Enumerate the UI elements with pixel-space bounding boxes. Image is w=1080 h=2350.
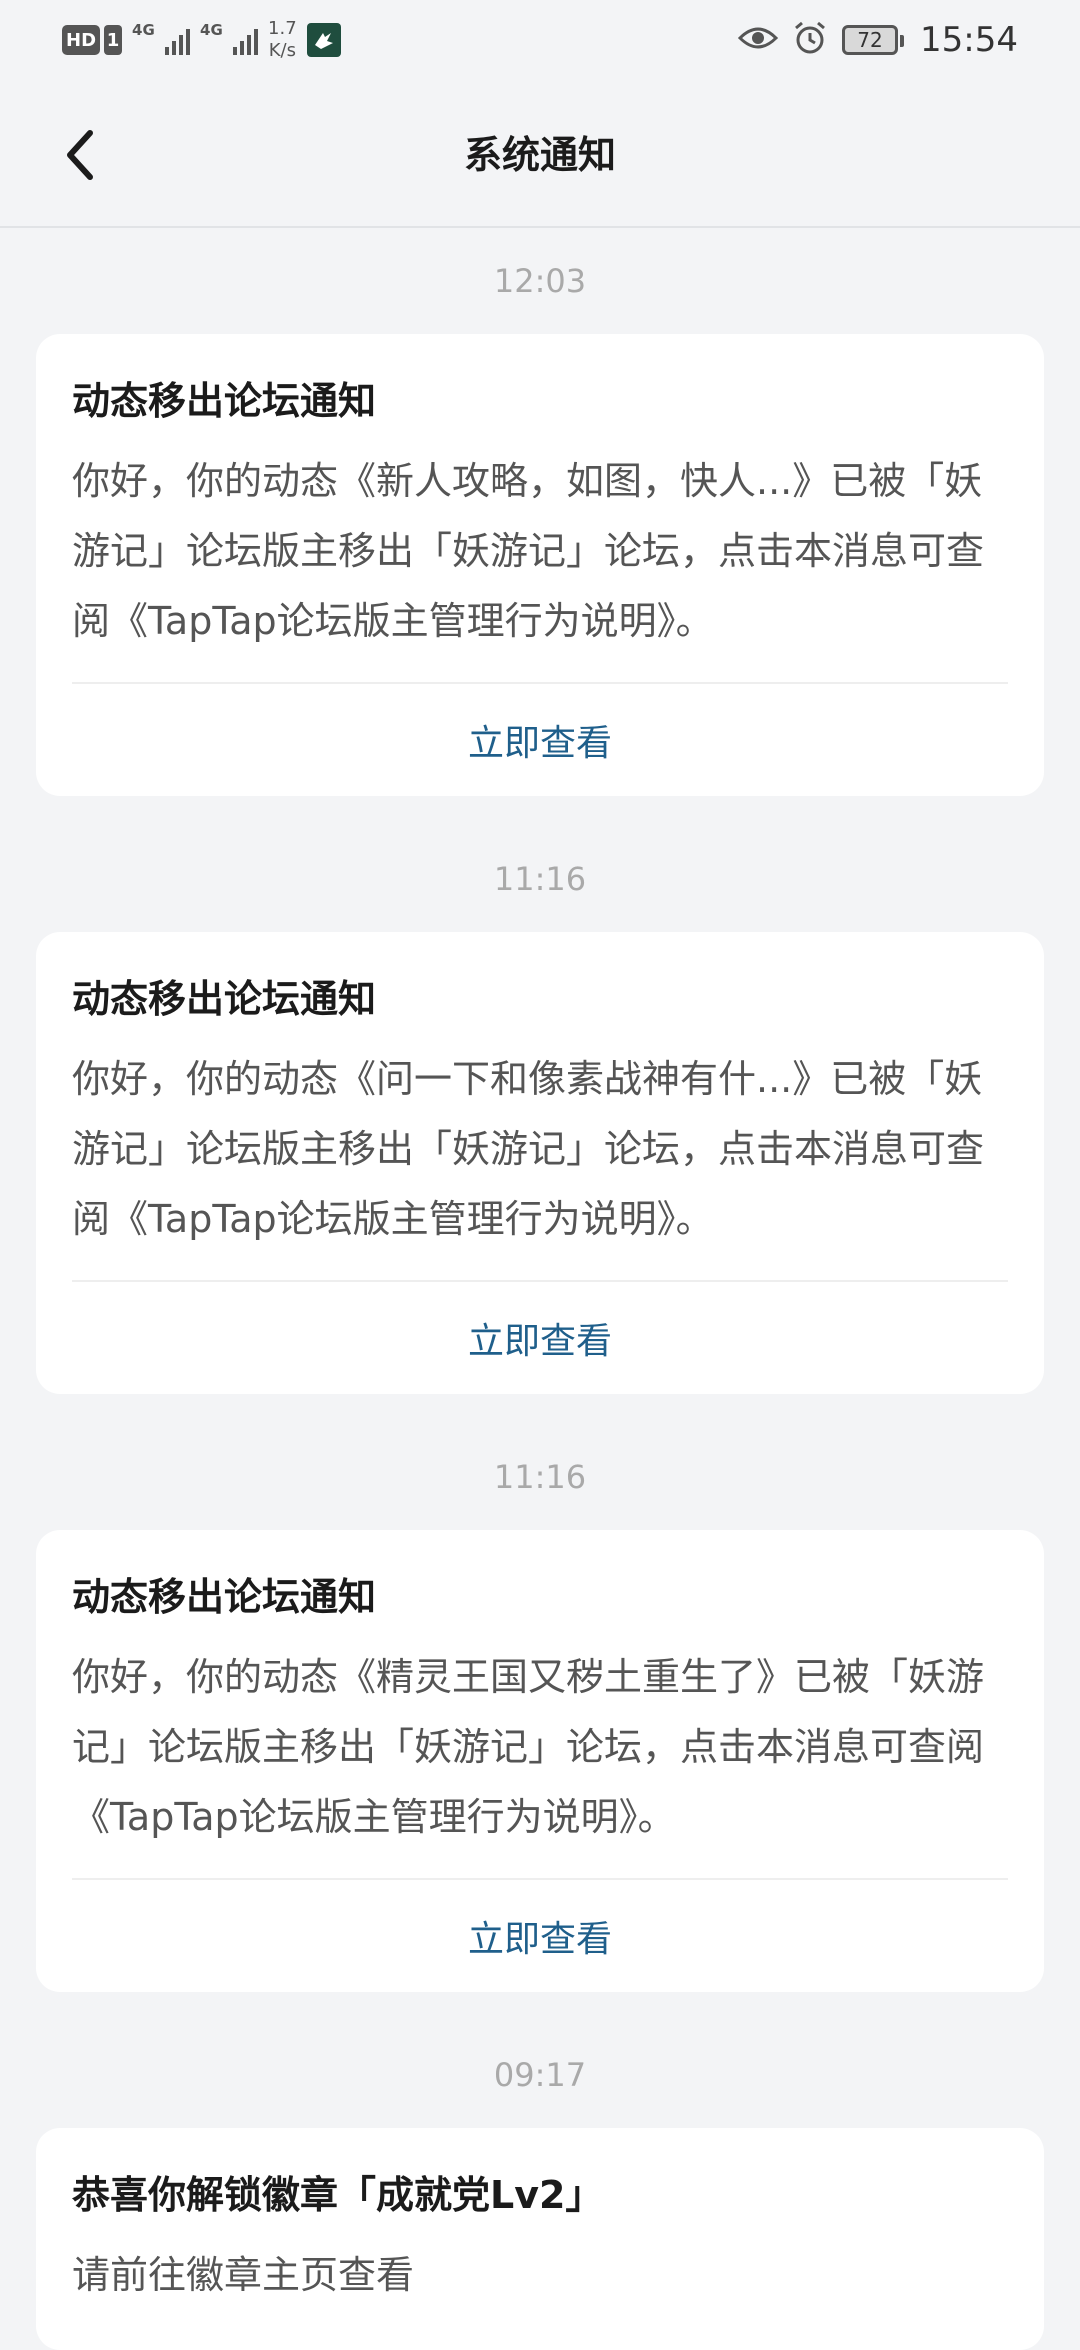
message-time: 11:16 bbox=[493, 1458, 587, 1496]
message-time: 12:03 bbox=[493, 262, 587, 300]
notification-item: 12:03 动态移出论坛通知 你好，你的动态《新人攻略，如图，快人...》已被「… bbox=[0, 228, 1080, 796]
status-time: 15:54 bbox=[920, 20, 1018, 60]
nav-header: 系统通知 bbox=[0, 80, 1080, 228]
network-speed: 1.7 K/s bbox=[268, 18, 297, 62]
notification-card[interactable]: 动态移出论坛通知 你好，你的动态《新人攻略，如图，快人...》已被「妖游记」论坛… bbox=[36, 334, 1044, 796]
notification-title: 动态移出论坛通知 bbox=[72, 977, 377, 1021]
notification-item: 11:16 动态移出论坛通知 你好，你的动态《精灵王国又秽土重生了》已被「妖游记… bbox=[0, 1424, 1080, 1992]
network-speed-value: 1.7 bbox=[268, 18, 297, 39]
notification-card[interactable]: 动态移出论坛通知 你好，你的动态《问一下和像素战神有什...》已被「妖游记」论坛… bbox=[36, 932, 1044, 1394]
notification-title: 动态移出论坛通知 bbox=[72, 379, 377, 423]
signal-2: 4G bbox=[200, 21, 259, 59]
notification-body: 你好，你的动态《精灵王国又秽土重生了》已被「妖游记」论坛版主移出「妖游记」论坛，… bbox=[72, 1655, 985, 1839]
battery-level: 72 bbox=[857, 28, 883, 52]
signal-1-network: 4G bbox=[132, 21, 155, 39]
message-time: 09:17 bbox=[493, 2056, 587, 2094]
signal-bars-icon bbox=[165, 29, 191, 55]
notification-body: 你好，你的动态《新人攻略，如图，快人...》已被「妖游记」论坛版主移出「妖游记」… bbox=[72, 459, 985, 643]
view-now-button[interactable]: 立即查看 bbox=[72, 684, 1008, 796]
status-bar: HD 1 4G 4G 1.7 K/s 72 15:54 bbox=[0, 0, 1080, 80]
notification-title: 动态移出论坛通知 bbox=[72, 1575, 377, 1619]
notification-list[interactable]: 12:03 动态移出论坛通知 你好，你的动态《新人攻略，如图，快人...》已被「… bbox=[0, 228, 1080, 2350]
page-title: 系统通知 bbox=[463, 133, 616, 177]
notification-card[interactable]: 动态移出论坛通知 你好，你的动态《精灵王国又秽土重生了》已被「妖游记」论坛版主移… bbox=[36, 1530, 1044, 1992]
notification-body: 你好，你的动态《问一下和像素战神有什...》已被「妖游记」论坛版主移出「妖游记」… bbox=[72, 1057, 985, 1241]
status-left: HD 1 4G 4G 1.7 K/s bbox=[62, 18, 341, 62]
alarm-icon bbox=[792, 20, 828, 60]
app-notification-icon bbox=[306, 23, 341, 57]
battery-icon: 72 bbox=[842, 25, 905, 55]
network-speed-unit: K/s bbox=[268, 40, 296, 61]
status-right: 72 15:54 bbox=[737, 16, 1018, 64]
signal-2-network: 4G bbox=[200, 21, 223, 39]
view-now-button[interactable]: 立即查看 bbox=[72, 1880, 1008, 1992]
hd-badge: HD bbox=[62, 25, 101, 55]
signal-bars-icon bbox=[233, 29, 259, 55]
notification-title: 恭喜你解锁徽章「成就党Lv2」 bbox=[72, 2173, 604, 2217]
notification-body: 请前往徽章主页查看 bbox=[72, 2253, 415, 2297]
sim-slot: 1 bbox=[104, 25, 123, 55]
notification-item: 11:16 动态移出论坛通知 你好，你的动态《问一下和像素战神有什...》已被「… bbox=[0, 826, 1080, 1394]
view-now-button[interactable]: 立即查看 bbox=[72, 1282, 1008, 1394]
message-time: 11:16 bbox=[493, 860, 587, 898]
notification-card[interactable]: 恭喜你解锁徽章「成就党Lv2」 请前往徽章主页查看 bbox=[36, 2128, 1044, 2350]
notification-item: 09:17 恭喜你解锁徽章「成就党Lv2」 请前往徽章主页查看 bbox=[0, 2022, 1080, 2350]
signal-1: 4G bbox=[132, 21, 191, 59]
eye-icon bbox=[737, 24, 779, 56]
